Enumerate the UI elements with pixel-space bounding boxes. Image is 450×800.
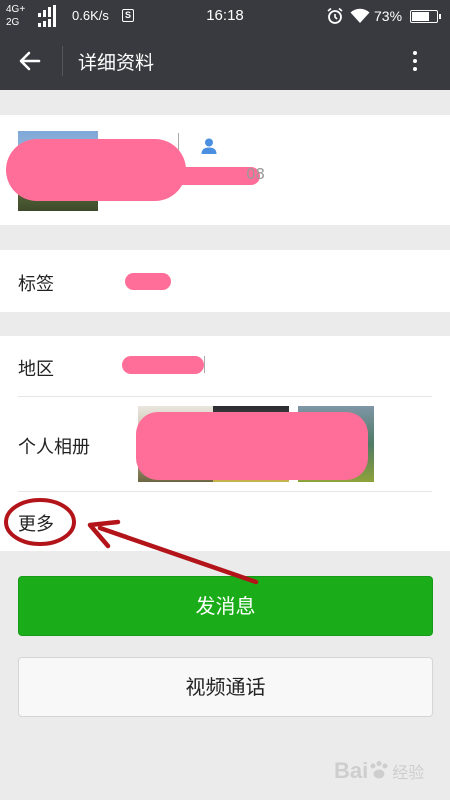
more-vertical-icon xyxy=(413,51,417,55)
wifi-icon xyxy=(350,8,370,23)
album-label: 个人相册 xyxy=(18,437,90,458)
battery-percent: 73% xyxy=(374,8,403,24)
video-call-button[interactable]: 视频通话 xyxy=(18,657,433,717)
redaction-name xyxy=(6,139,186,201)
battery-icon xyxy=(410,10,441,23)
tag-row[interactable]: 标签 xyxy=(0,250,450,312)
back-button[interactable] xyxy=(10,44,50,78)
redaction-album xyxy=(136,412,368,480)
redaction-id xyxy=(160,167,260,185)
more-label[interactable]: 更多 xyxy=(18,510,54,536)
info-card: 地区 个人相册 更多 xyxy=(0,336,450,551)
watermark: Bai 经验 xyxy=(334,758,424,784)
wechat-id-suffix: 08 xyxy=(246,165,266,183)
more-options-button[interactable] xyxy=(398,44,432,78)
user-icon xyxy=(201,138,217,154)
title-bar: 详细资料 xyxy=(0,32,450,90)
redaction-tag xyxy=(125,273,171,290)
row-divider xyxy=(18,491,432,492)
page-title: 详细资料 xyxy=(78,52,155,74)
watermark-brand: Bai xyxy=(334,758,369,783)
row-divider xyxy=(18,396,432,397)
title-divider xyxy=(62,46,63,76)
name-fragment xyxy=(178,133,184,151)
region-label: 地区 xyxy=(18,359,54,380)
tag-label: 标签 xyxy=(18,274,54,295)
send-message-button[interactable]: 发消息 xyxy=(18,576,433,636)
profile-card: 08 xyxy=(0,115,450,225)
status-bar: 4G+ 2G 0.6K/s S 16:18 73% xyxy=(0,0,450,32)
paw-icon xyxy=(370,761,388,779)
arrow-left-icon xyxy=(19,51,41,71)
alarm-icon xyxy=(327,7,343,24)
watermark-suffix: 经验 xyxy=(392,765,425,782)
redaction-region xyxy=(122,356,204,374)
region-value-fragment xyxy=(200,356,205,373)
